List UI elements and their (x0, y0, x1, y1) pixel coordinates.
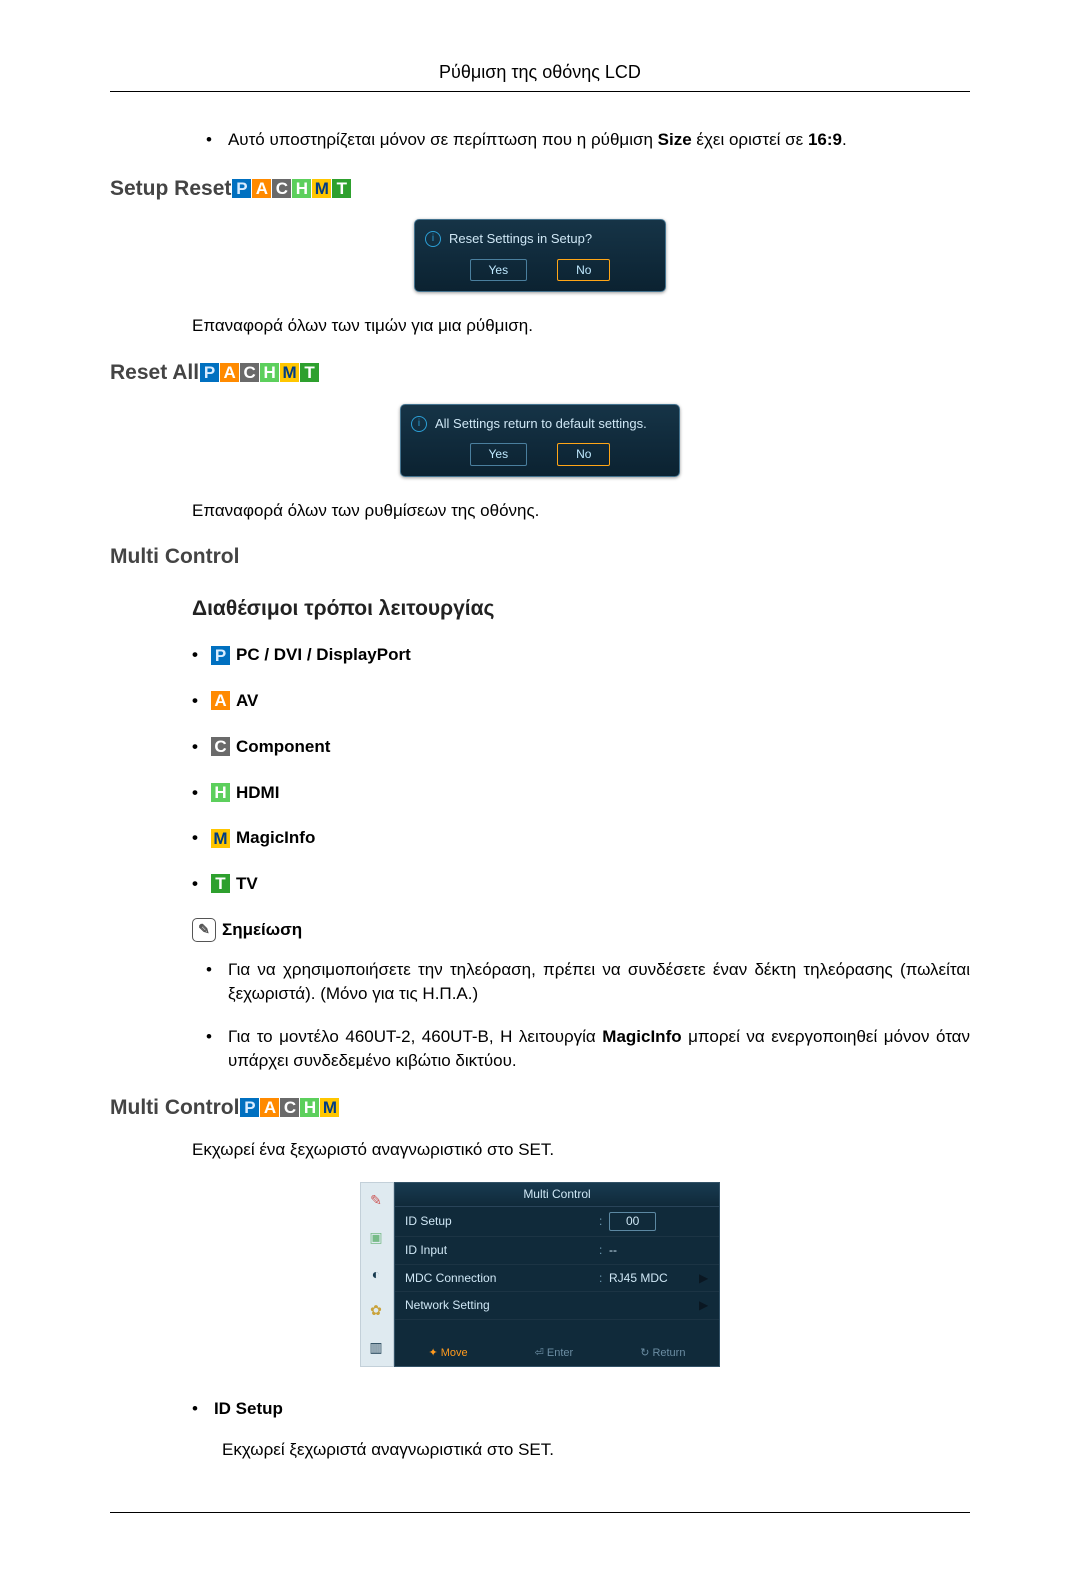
mode-label: TV (236, 872, 258, 896)
badge-h-icon: H (211, 783, 230, 802)
side-icon: ▣ (364, 1226, 388, 1250)
note-icon: ✎ (192, 918, 216, 942)
info-icon: i (411, 416, 427, 432)
badge-a-icon: A (260, 1098, 279, 1117)
no-button[interactable]: No (557, 259, 610, 282)
return-icon: ↻ (640, 1347, 649, 1359)
badge-a-icon: A (252, 179, 271, 198)
badge-c-icon: C (272, 179, 291, 198)
info-icon: i (425, 231, 441, 247)
badge-m-icon: M (211, 829, 230, 848)
badge-c-icon: C (240, 363, 259, 382)
badge-a-icon: A (211, 691, 230, 710)
badge-h-icon: H (300, 1098, 319, 1117)
badge-c-icon: C (211, 737, 230, 756)
badge-p-icon: P (211, 646, 230, 665)
top-rule (110, 91, 970, 92)
id-setup-bullet: • ID Setup (192, 1397, 970, 1421)
reset-all-desc: Επαναφορά όλων των ρυθμίσεων της οθόνης. (110, 499, 970, 523)
setup-reset-desc: Επαναφορά όλων των τιμών για μια ρύθμιση… (110, 314, 970, 338)
dialog-message: Reset Settings in Setup? (449, 230, 592, 248)
list-item: • M MagicInfo (192, 826, 970, 850)
id-setup-title: ID Setup (214, 1397, 283, 1421)
bottom-rule (110, 1512, 970, 1513)
osd-title: Multi Control (395, 1183, 719, 1207)
badge-p-icon: P (240, 1098, 259, 1117)
badge-h-icon: H (260, 363, 279, 382)
osd-row-id-input[interactable]: ID Input : -- (395, 1237, 719, 1265)
top-bullet: • Αυτό υποστηρίζεται μόνον σε περίπτωση … (110, 128, 970, 152)
setup-reset-heading: Setup Reset P A C H M T (110, 174, 970, 203)
badge-p-icon: P (232, 179, 251, 198)
id-setup-desc: Εκχωρεί ξεχωριστά αναγνωριστικά στο SET. (192, 1438, 970, 1462)
badge-m-icon: M (312, 179, 331, 198)
badge-t-icon: T (300, 363, 319, 382)
side-icon: ✿ (364, 1299, 388, 1323)
mode-label: PC / DVI / DisplayPort (236, 643, 411, 667)
enter-icon: ⏎ (535, 1347, 544, 1359)
osd-footer: ✦Move ⏎Enter ↻Return (395, 1342, 719, 1365)
move-icon: ✦ (429, 1347, 438, 1359)
note-text: Για να χρησιμοποιήσετε την τηλεόραση, πρ… (228, 958, 970, 1006)
list-item: • H HDMI (192, 781, 970, 805)
mode-label: MagicInfo (236, 826, 315, 850)
multi-control-heading-2: Multi Control P A C H M (110, 1093, 970, 1122)
side-icon: ◐ (364, 1262, 388, 1286)
osd-row-mdc[interactable]: MDC Connection : RJ45 MDC ▶ (395, 1265, 719, 1293)
reset-all-dialog: i All Settings return to default setting… (110, 404, 970, 477)
badge-t-icon: T (332, 179, 351, 198)
list-item: • C Component (192, 735, 970, 759)
multi-control-heading: Multi Control (110, 542, 970, 571)
page-title: Ρύθμιση της οθόνης LCD (110, 60, 970, 85)
badge-p-icon: P (200, 363, 219, 382)
osd-id-setup-value: 00 (609, 1212, 656, 1231)
list-item: • T TV (192, 872, 970, 896)
note-bullet: • Για να χρησιμοποιήσετε την τηλεόραση, … (110, 958, 970, 1006)
mode-label: AV (236, 689, 258, 713)
dialog-message: All Settings return to default settings. (435, 415, 647, 433)
note-text: Για το μοντέλο 460UT-2, 460UT-B, Η λειτο… (228, 1025, 970, 1073)
multi-control-desc: Εκχωρεί ένα ξεχωριστό αναγνωριστικό στο … (110, 1138, 970, 1162)
badge-h-icon: H (292, 179, 311, 198)
badge-m-icon: M (320, 1098, 339, 1117)
badge-t-icon: T (211, 874, 230, 893)
yes-button[interactable]: Yes (470, 443, 528, 466)
side-icon: ▥ (364, 1336, 388, 1360)
bullet-dot: • (206, 128, 212, 152)
side-icon: ✎ (364, 1189, 388, 1213)
badge-c-icon: C (280, 1098, 299, 1117)
badge-a-icon: A (220, 363, 239, 382)
note-bullet: • Για το μοντέλο 460UT-2, 460UT-B, Η λει… (110, 1025, 970, 1073)
multi-control-osd: ✎ ▣ ◐ ✿ ▥ Multi Control ID Setup : 00 ID… (110, 1182, 970, 1366)
list-item: • P PC / DVI / DisplayPort (192, 643, 970, 667)
osd-side-icons: ✎ ▣ ◐ ✿ ▥ (360, 1182, 394, 1366)
osd-row-id-setup[interactable]: ID Setup : 00 (395, 1207, 719, 1237)
osd-row-network[interactable]: Network Setting ▶ (395, 1292, 719, 1320)
available-modes-heading: Διαθέσιμοι τρόποι λειτουργίας (192, 594, 970, 623)
setup-reset-dialog: i Reset Settings in Setup? Yes No (110, 219, 970, 292)
list-item: • A AV (192, 689, 970, 713)
mode-label: HDMI (236, 781, 279, 805)
no-button[interactable]: No (557, 443, 610, 466)
bullet-text: Αυτό υποστηρίζεται μόνον σε περίπτωση πο… (228, 128, 970, 152)
mode-list: • P PC / DVI / DisplayPort • A AV • C Co… (110, 643, 970, 896)
mode-label: Component (236, 735, 330, 759)
note-heading: ✎ Σημείωση (110, 918, 970, 942)
reset-all-heading: Reset All P A C H M T (110, 358, 970, 387)
badge-m-icon: M (280, 363, 299, 382)
yes-button[interactable]: Yes (470, 259, 528, 282)
